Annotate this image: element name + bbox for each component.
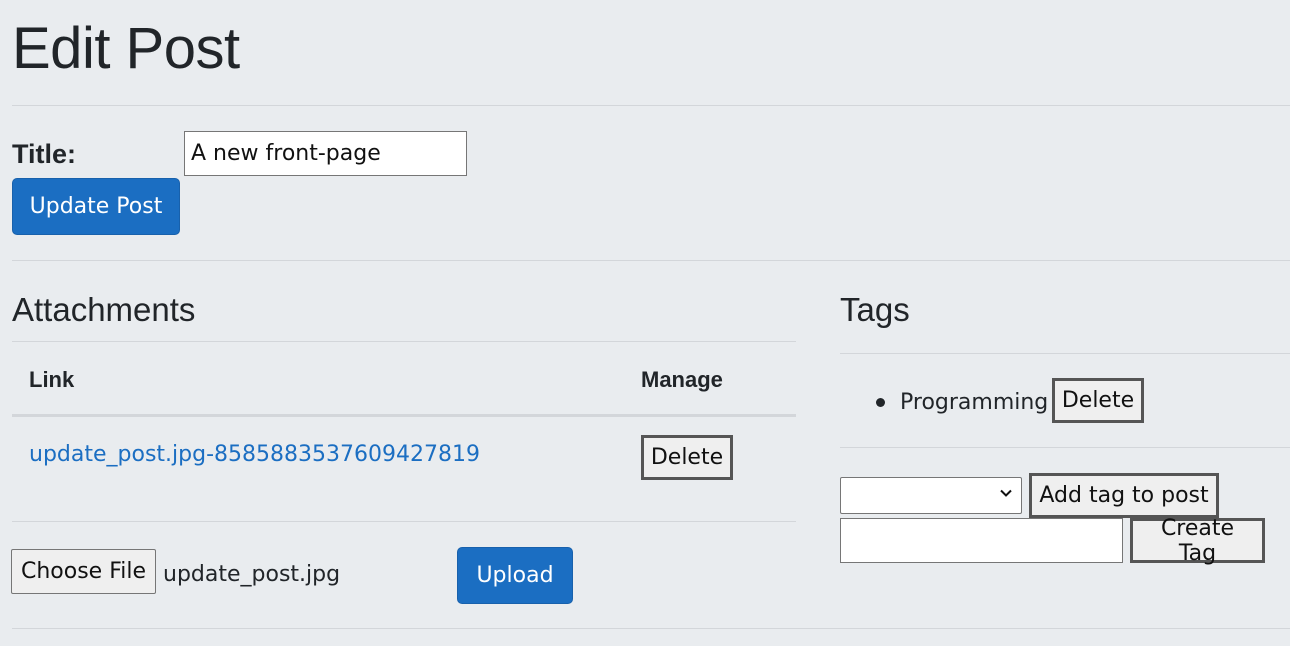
chevron-down-icon bbox=[1000, 489, 1012, 497]
attachment-link[interactable]: update_post.jpg-8585883537609427819 bbox=[29, 441, 480, 469]
column-header-manage: Manage bbox=[641, 367, 723, 392]
tag-select[interactable] bbox=[840, 477, 1022, 514]
tags-heading: Tags bbox=[840, 291, 910, 328]
choose-file-button[interactable]: Choose File bbox=[11, 549, 156, 594]
divider bbox=[12, 628, 1290, 629]
tag-name: Programming bbox=[900, 390, 1049, 415]
selected-file-name: update_post.jpg bbox=[163, 562, 341, 587]
new-tag-input[interactable] bbox=[840, 518, 1123, 563]
update-post-button[interactable]: Update Post bbox=[12, 178, 180, 235]
attachments-heading: Attachments bbox=[12, 291, 196, 328]
table-bottom-border bbox=[12, 521, 796, 522]
table-header-border bbox=[12, 414, 796, 417]
delete-tag-button[interactable]: Delete bbox=[1052, 378, 1144, 423]
add-tag-to-post-button[interactable]: Add tag to post bbox=[1029, 473, 1219, 518]
divider bbox=[840, 447, 1290, 448]
delete-attachment-button[interactable]: Delete bbox=[641, 435, 733, 480]
divider bbox=[12, 260, 1290, 261]
title-label: Title: bbox=[12, 139, 77, 169]
create-tag-button[interactable]: Create Tag bbox=[1130, 516, 1265, 566]
divider bbox=[12, 105, 1290, 106]
bullet-icon bbox=[876, 398, 885, 407]
page-title: Edit Post bbox=[12, 16, 240, 81]
divider bbox=[840, 353, 1290, 354]
table-top-border bbox=[12, 341, 796, 342]
title-input[interactable] bbox=[184, 131, 467, 176]
column-header-link: Link bbox=[29, 367, 75, 392]
upload-button[interactable]: Upload bbox=[457, 547, 573, 604]
